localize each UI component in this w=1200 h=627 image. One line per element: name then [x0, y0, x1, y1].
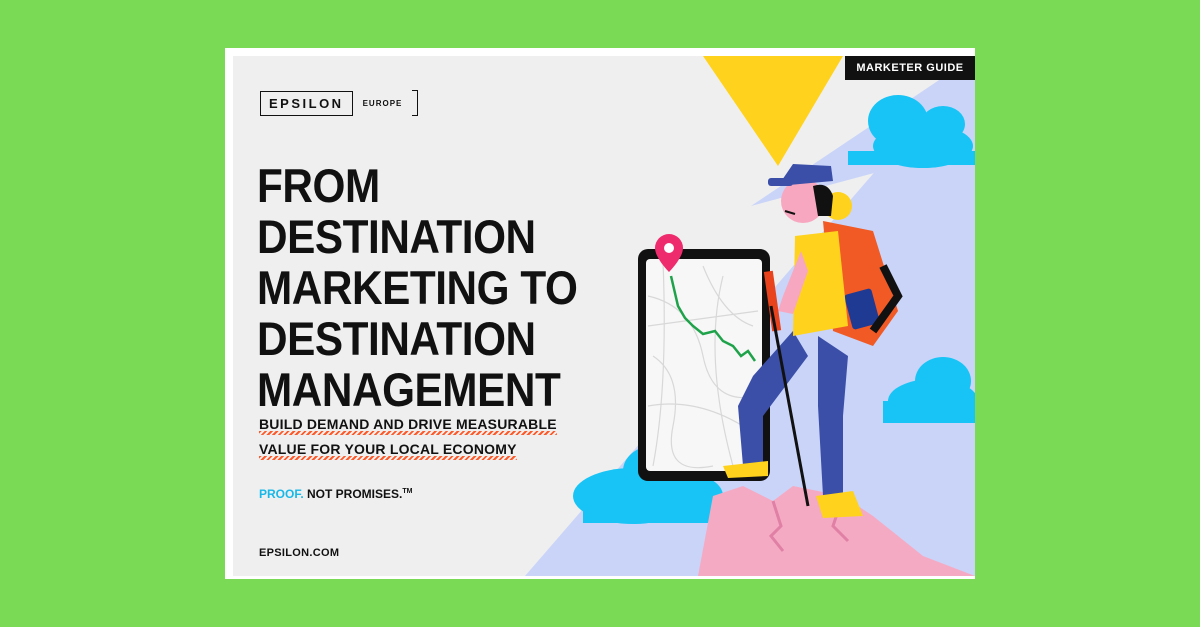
logo-region: EUROPE — [362, 98, 403, 108]
tagline: PROOF. NOT PROMISES.TM — [259, 487, 412, 501]
cover-paper: MARKETER GUIDE EPSILON EUROPE FROM DESTI… — [233, 56, 975, 576]
subheadline-line: VALUE FOR YOUR LOCAL ECONOMY — [259, 441, 517, 460]
marketer-guide-badge: MARKETER GUIDE — [845, 56, 975, 80]
tagline-proof: PROOF. — [259, 487, 304, 501]
website-link[interactable]: EPSILON.COM — [259, 547, 339, 559]
title-line: MANAGEMENT — [257, 363, 561, 416]
epsilon-logo: EPSILON EUROPE — [260, 90, 419, 116]
title-line: MARKETING TO — [257, 261, 578, 314]
yellow-triangle — [703, 56, 843, 166]
title-line: DESTINATION — [257, 312, 536, 365]
trademark-mark: TM — [402, 488, 413, 495]
logo-wordmark: EPSILON — [260, 90, 353, 116]
logo-bracket-icon — [412, 90, 419, 116]
subheadline-line: BUILD DEMAND AND DRIVE MEASURABLE — [259, 416, 557, 435]
tagline-rest: NOT PROMISES. — [307, 487, 403, 501]
title-line: FROM DESTINATION — [257, 159, 536, 263]
subheadline: BUILD DEMAND AND DRIVE MEASURABLE VALUE … — [259, 416, 557, 466]
guide-cover-card: MARKETER GUIDE EPSILON EUROPE FROM DESTI… — [225, 48, 975, 579]
page-title: FROM DESTINATION MARKETING TO DESTINATIO… — [257, 160, 653, 415]
